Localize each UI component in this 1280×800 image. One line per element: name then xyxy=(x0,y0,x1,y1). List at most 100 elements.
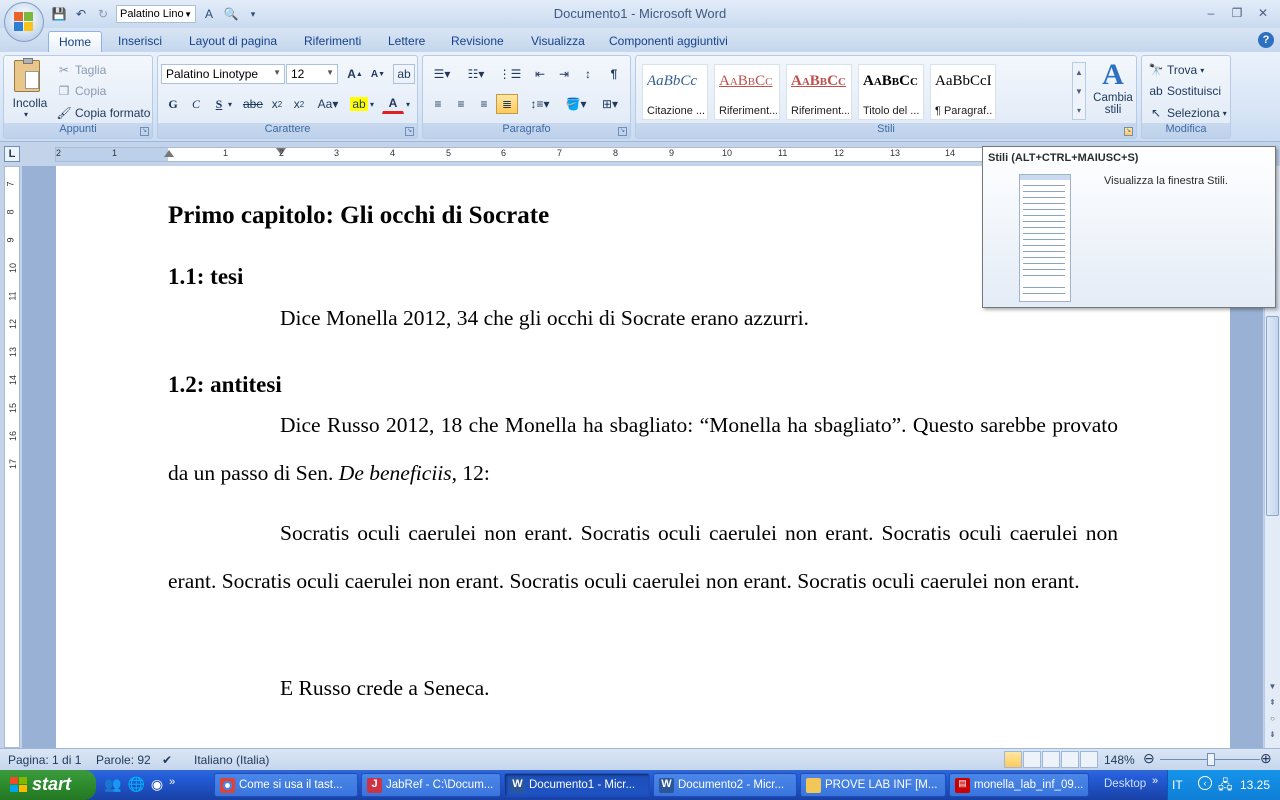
font-launcher-icon[interactable]: ↘ xyxy=(405,127,414,136)
font-name-dropdown[interactable]: Palatino Linotype ▼ xyxy=(161,64,285,84)
style-citation[interactable]: AaBbCc Citazione ... xyxy=(642,64,708,120)
zoom-in-icon[interactable]: ⊕ xyxy=(1260,750,1272,767)
outline-view-icon[interactable] xyxy=(1061,751,1079,768)
web-layout-icon[interactable] xyxy=(1042,751,1060,768)
indent-marker-icon[interactable] xyxy=(164,150,174,157)
task-jabref[interactable]: J JabRef - C:\Docum... xyxy=(361,773,501,797)
highlight-dropdown-icon[interactable]: ▾ xyxy=(366,94,378,114)
grow-font-icon[interactable]: A ▲ xyxy=(344,64,366,84)
subscript-icon[interactable]: x2 xyxy=(266,94,288,114)
task-documento1[interactable]: W Documento1 - Micr... xyxy=(504,773,650,797)
style-subtle-reference[interactable]: AaBbCc Riferiment... xyxy=(714,64,780,120)
borders-icon[interactable]: ⊞▾ xyxy=(595,94,625,114)
clipboard-launcher-icon[interactable]: ↘ xyxy=(140,127,149,136)
zoom-out-icon[interactable]: ⊖ xyxy=(1143,750,1155,767)
multilevel-list-icon[interactable]: ⋮☰ xyxy=(495,64,525,84)
tab-page-layout[interactable]: Layout di pagina xyxy=(179,31,287,52)
change-styles-button[interactable]: A Cambia stili xyxy=(1090,58,1136,122)
format-painter-button[interactable]: 🖌 Copia formato xyxy=(56,103,150,123)
paragraph-launcher-icon[interactable]: ↘ xyxy=(618,127,627,136)
task-folder[interactable]: PROVE LAB INF [M... xyxy=(800,773,946,797)
italic-icon[interactable]: C xyxy=(185,94,207,114)
numbering-icon[interactable]: ☷▾ xyxy=(461,64,491,84)
network-icon[interactable]: 🖧 xyxy=(1218,776,1233,798)
styles-more-icon[interactable]: ▾ xyxy=(1073,101,1085,120)
language-indicator[interactable]: Italiano (Italia) xyxy=(194,753,269,767)
copy-button[interactable]: ❐ Copia xyxy=(56,81,107,101)
help-icon[interactable]: ? xyxy=(1258,32,1274,48)
tab-mailings[interactable]: Lettere xyxy=(378,31,435,52)
replace-button[interactable]: ab Sostituisci xyxy=(1148,81,1221,101)
page-count[interactable]: Pagina: 1 di 1 xyxy=(8,753,81,767)
decrease-indent-icon[interactable]: ⇤ xyxy=(529,64,551,84)
select-button[interactable]: ↖ Seleziona ▾ xyxy=(1148,103,1227,123)
zoom-slider-thumb[interactable] xyxy=(1207,753,1215,766)
office-button[interactable] xyxy=(4,2,44,42)
start-button[interactable]: start xyxy=(0,770,96,800)
tab-insert[interactable]: Inserisci xyxy=(108,31,172,52)
ie-icon[interactable]: 🌐 xyxy=(127,776,144,793)
superscript-icon[interactable]: x2 xyxy=(288,94,310,114)
tab-home[interactable]: Home xyxy=(48,31,103,52)
increase-indent-icon[interactable]: ⇥ xyxy=(553,64,575,84)
proofing-icon[interactable]: ✔ xyxy=(162,753,172,767)
tray-expand-icon[interactable]: ‹ xyxy=(1198,776,1212,790)
restore-icon[interactable]: ❐ xyxy=(1224,2,1250,24)
shading-icon[interactable]: 🪣▾ xyxy=(561,94,591,114)
font-color-icon[interactable]: A xyxy=(382,94,404,114)
styles-scroll-up-icon[interactable]: ▲ xyxy=(1073,63,1085,82)
font-color-dropdown-icon[interactable]: ▾ xyxy=(402,94,414,114)
more-quicklaunch-icon[interactable]: » xyxy=(169,776,175,793)
bold-icon[interactable]: G xyxy=(162,94,184,114)
desktop-toolbar[interactable]: Desktop xyxy=(1104,778,1146,790)
scroll-down-icon[interactable]: ▼ xyxy=(1266,682,1279,696)
task-documento2[interactable]: W Documento2 - Micr... xyxy=(653,773,797,797)
strikethrough-icon[interactable]: abe xyxy=(242,94,264,114)
align-left-icon[interactable]: ≡ xyxy=(427,94,449,114)
browse-object-icon[interactable]: ○ xyxy=(1266,714,1279,728)
language-bar[interactable]: IT xyxy=(1172,778,1183,792)
word-count[interactable]: Parole: 92 xyxy=(96,753,151,767)
previous-page-icon[interactable]: ⇞ xyxy=(1266,698,1279,712)
task-chrome[interactable]: Come si usa il tast... xyxy=(214,773,358,797)
people-icon[interactable]: 👥 xyxy=(104,776,121,793)
justify-icon[interactable]: ≣ xyxy=(496,94,518,114)
style-intense-reference[interactable]: AaBbCc Riferiment... xyxy=(786,64,852,120)
print-layout-icon[interactable] xyxy=(1004,751,1022,768)
chrome-icon[interactable]: ◉ xyxy=(151,776,163,793)
paste-button[interactable]: Incolla ▾ xyxy=(8,58,48,122)
tab-references[interactable]: Riferimenti xyxy=(294,31,371,52)
shrink-font-icon[interactable]: A ▼ xyxy=(367,64,389,84)
close-icon[interactable]: ✕ xyxy=(1250,2,1276,24)
cut-button[interactable]: ✂ Taglia xyxy=(56,60,106,80)
scroll-thumb[interactable] xyxy=(1266,316,1279,516)
tab-review[interactable]: Revisione xyxy=(441,31,514,52)
draft-view-icon[interactable] xyxy=(1080,751,1098,768)
clear-formatting-icon[interactable]: ab xyxy=(393,64,415,84)
tab-selector-icon[interactable]: L xyxy=(4,146,20,162)
minimize-icon[interactable]: – xyxy=(1198,2,1224,24)
show-marks-icon[interactable]: ¶ xyxy=(603,64,625,84)
style-list-paragraph[interactable]: AaBbCcI ¶ Paragraf... xyxy=(930,64,996,120)
sort-icon[interactable]: ↕ xyxy=(577,64,599,84)
font-size-dropdown[interactable]: 12 ▼ xyxy=(286,64,338,84)
line-spacing-icon[interactable]: ↕≡▾ xyxy=(525,94,555,114)
clock[interactable]: 13.25 xyxy=(1240,778,1270,792)
styles-launcher-icon[interactable]: ↘ xyxy=(1124,127,1133,136)
bullets-icon[interactable]: ☰▾ xyxy=(427,64,457,84)
align-right-icon[interactable]: ≡ xyxy=(473,94,495,114)
vertical-ruler[interactable]: 7 8 9 10 11 12 13 14 15 16 17 xyxy=(4,166,20,748)
styles-scroll-down-icon[interactable]: ▼ xyxy=(1073,82,1085,101)
tab-addins[interactable]: Componenti aggiuntivi xyxy=(599,31,738,52)
change-case-icon[interactable]: Aa▾ xyxy=(314,94,342,114)
next-page-icon[interactable]: ⇟ xyxy=(1266,730,1279,744)
desktop-more-icon[interactable]: » xyxy=(1152,775,1158,787)
full-screen-reading-icon[interactable] xyxy=(1023,751,1041,768)
zoom-level[interactable]: 148% xyxy=(1104,753,1135,767)
style-book-title[interactable]: AaBbCc Titolo del ... xyxy=(858,64,924,120)
align-center-icon[interactable]: ≡ xyxy=(450,94,472,114)
find-button[interactable]: 🔭 Trova ▾ xyxy=(1148,60,1205,80)
underline-dropdown-icon[interactable]: ▾ xyxy=(224,94,236,114)
task-pdf[interactable]: ▤ monella_lab_inf_09... xyxy=(949,773,1089,797)
tab-view[interactable]: Visualizza xyxy=(521,31,595,52)
